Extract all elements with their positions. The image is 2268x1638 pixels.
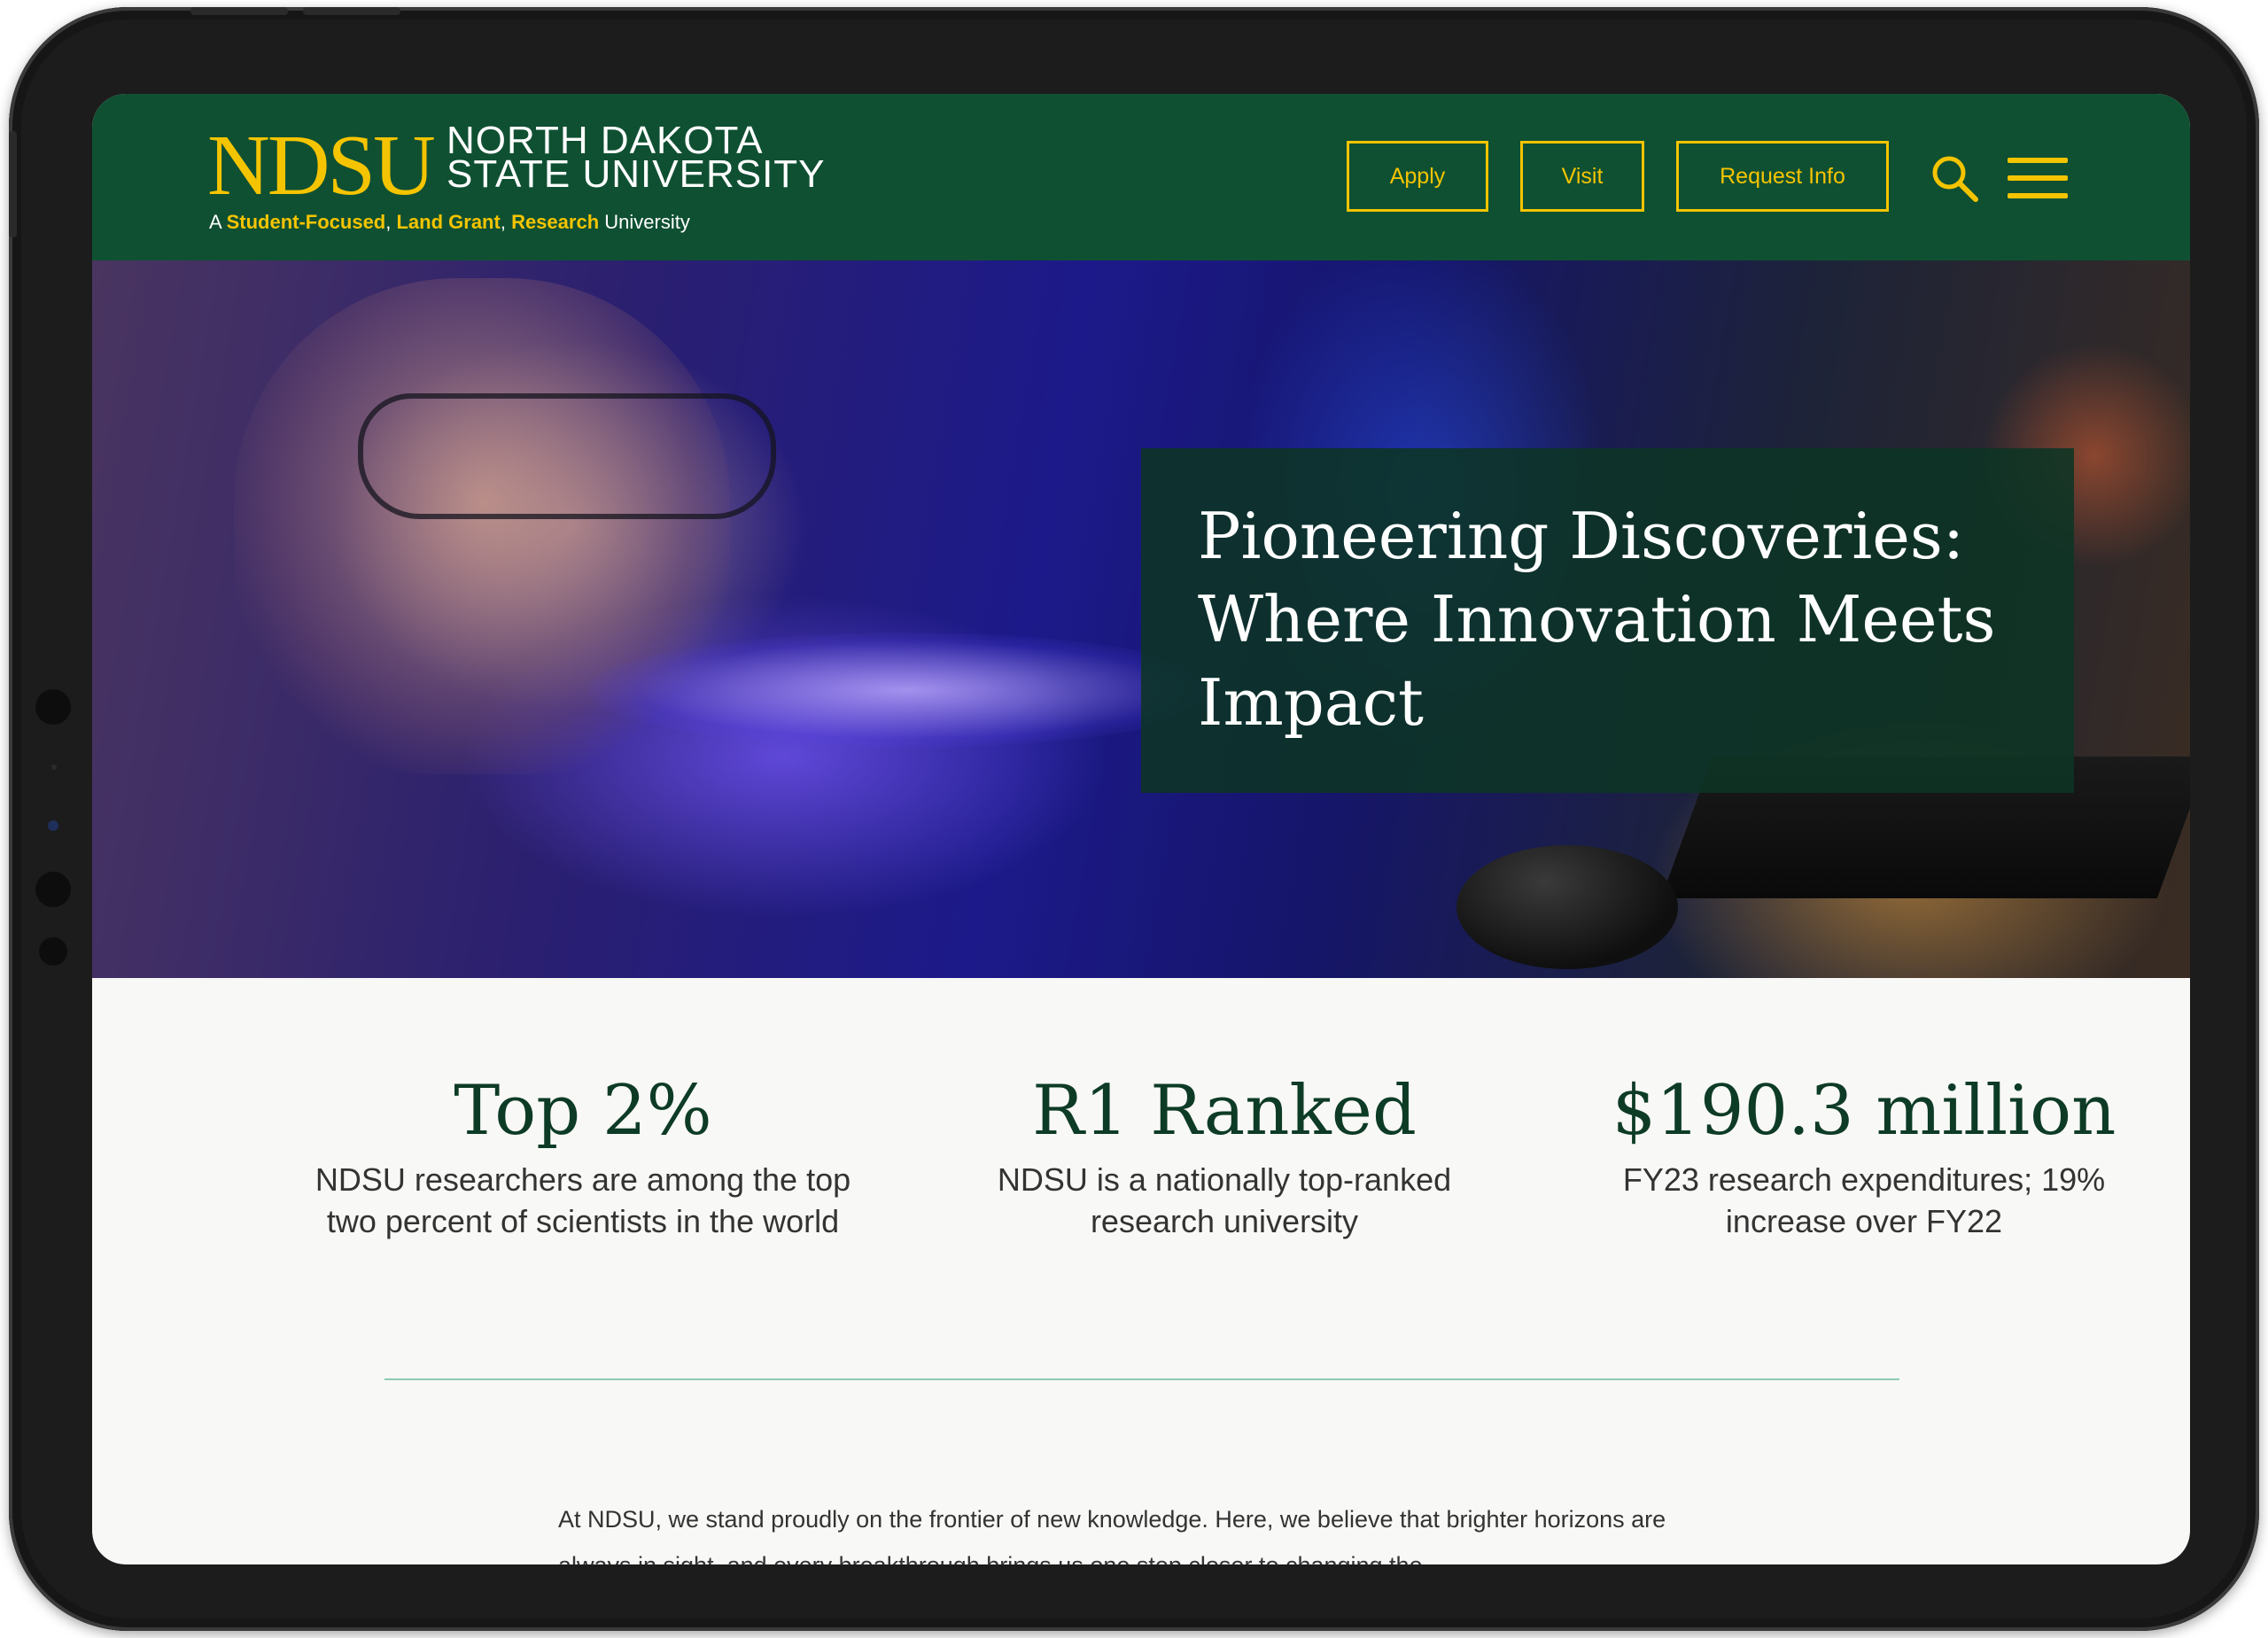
stat-description: FY23 research expenditures; 19% increase… xyxy=(1622,1161,2106,1239)
stat-value: $190.3 million xyxy=(1612,1071,2117,1151)
hero-banner: Pioneering Discoveries: Where Innovation… xyxy=(92,260,2190,978)
browser-screen: NDSU NORTH DAKOTA STATE UNIVERSITY A Stu… xyxy=(92,94,2190,1564)
hero-photo-laser-light xyxy=(588,633,1226,748)
sensor-dot xyxy=(35,872,71,907)
stat-description: NDSU is a nationally top-ranked research… xyxy=(997,1161,1452,1239)
logo-university-name: NORTH DAKOTA STATE UNIVERSITY xyxy=(447,121,826,196)
sensor-dot xyxy=(39,937,67,966)
intro-paragraph: At NDSU, we stand proudly on the frontie… xyxy=(558,1506,1666,1564)
logo-mark: NDSU xyxy=(207,118,436,213)
stat-research-expenditures: $190.3 million FY23 research expenditure… xyxy=(1581,1068,2148,1242)
camera-lens xyxy=(48,820,58,831)
logo-name-line2: STATE UNIVERSITY xyxy=(447,152,826,196)
tagline-student-focused: Student-Focused xyxy=(226,211,386,233)
search-icon[interactable] xyxy=(1928,151,1981,205)
volume-up-button xyxy=(190,7,288,15)
stat-r1-ranked: R1 Ranked NDSU is a nationally top-ranke… xyxy=(941,1068,1508,1242)
tablet-frame: NDSU NORTH DAKOTA STATE UNIVERSITY A Stu… xyxy=(9,7,2259,1631)
volume-down-button xyxy=(303,7,400,15)
tagline-separator: , xyxy=(500,211,512,233)
sensor-dot xyxy=(35,689,71,725)
hero-photo-safety-glasses xyxy=(358,393,776,519)
apply-button[interactable]: Apply xyxy=(1347,141,1488,212)
request-info-button[interactable]: Request Info xyxy=(1676,141,1889,212)
hero-caption-box: Pioneering Discoveries: Where Innovation… xyxy=(1141,448,2074,793)
site-header: NDSU NORTH DAKOTA STATE UNIVERSITY A Stu… xyxy=(92,94,2190,260)
sensor-dot xyxy=(51,765,57,770)
stat-value: R1 Ranked xyxy=(1032,1071,1417,1151)
tagline-land-grant: Land Grant xyxy=(396,211,501,233)
tagline: A Student-Focused, Land Grant, Research … xyxy=(209,211,690,234)
hero-photo-mouse xyxy=(1456,845,1678,969)
tagline-prefix: A xyxy=(209,211,227,233)
tagline-separator: , xyxy=(385,211,397,233)
stat-value: Top 2% xyxy=(454,1071,712,1151)
hero-title: Pioneering Discoveries: Where Innovation… xyxy=(1198,499,1996,740)
power-button xyxy=(9,131,17,237)
stat-top-two-percent: Top 2% NDSU researchers are among the to… xyxy=(299,1068,866,1242)
section-divider xyxy=(384,1378,1899,1380)
visit-button[interactable]: Visit xyxy=(1520,141,1644,212)
stat-description: NDSU researchers are among the top two p… xyxy=(315,1161,851,1239)
tagline-research: Research xyxy=(511,211,600,233)
hamburger-menu-icon[interactable] xyxy=(2008,156,2068,200)
tagline-suffix: University xyxy=(599,211,690,233)
